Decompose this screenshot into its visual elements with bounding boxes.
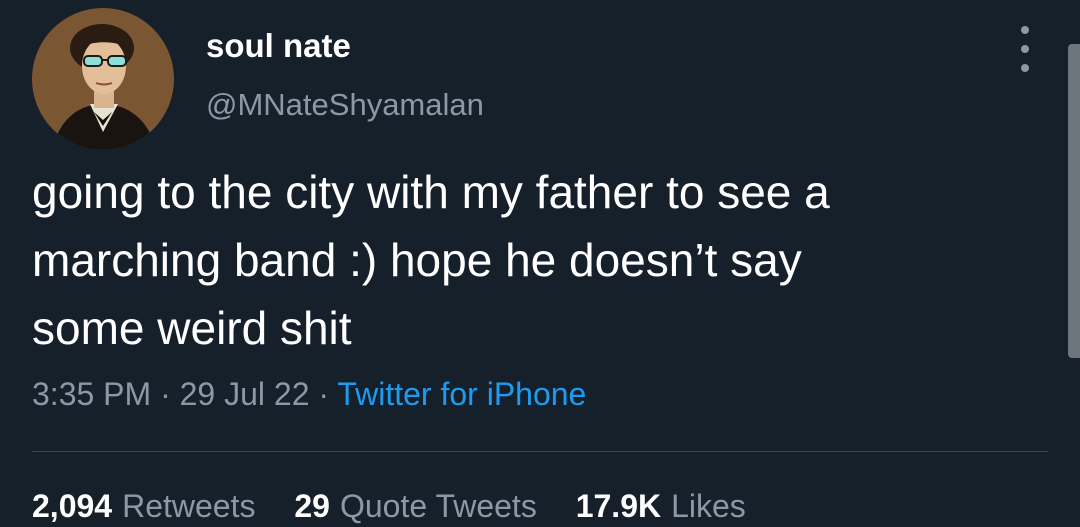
tweet: soul nate @MNateShyamalan going to the c…	[0, 0, 1080, 527]
quote-tweets-label: Quote Tweets	[339, 488, 537, 524]
more-dot	[1021, 26, 1029, 34]
quote-tweets-count: 29	[294, 488, 330, 524]
meta-separator: ·	[309, 376, 338, 412]
more-vertical-icon[interactable]	[1010, 26, 1040, 72]
tweet-text-line: some weird shit	[32, 302, 352, 354]
avatar[interactable]	[32, 8, 174, 150]
divider	[32, 451, 1048, 452]
more-dot	[1021, 45, 1029, 53]
tweet-meta: 3:35 PM · 29 Jul 22 · Twitter for iPhone	[32, 376, 586, 413]
author-display-name[interactable]: soul nate	[206, 27, 351, 65]
likes-count: 17.9K	[575, 488, 662, 524]
tweet-text-line: going to the city with my father to see …	[32, 166, 830, 218]
profile-avatar-image	[32, 8, 174, 150]
retweets-count: 2,094	[32, 488, 113, 524]
tweet-time[interactable]: 3:35 PM	[32, 376, 151, 412]
scrollbar[interactable]	[1068, 44, 1080, 358]
tweet-source-link[interactable]: Twitter for iPhone	[337, 376, 586, 412]
tweet-text: going to the city with my father to see …	[32, 158, 1042, 362]
tweet-stats: 2,094 Retweets 29 Quote Tweets 17.9K Likes	[32, 488, 776, 525]
tweet-text-line: marching band :) hope he doesn’t say	[32, 234, 802, 286]
likes-label: Likes	[671, 488, 746, 524]
likes-stat[interactable]: 17.9K Likes	[576, 488, 746, 525]
tweet-date[interactable]: 29 Jul 22	[180, 376, 310, 412]
meta-separator: ·	[151, 376, 180, 412]
retweets-label: Retweets	[122, 488, 256, 524]
author-handle[interactable]: @MNateShyamalan	[206, 87, 484, 123]
retweets-stat[interactable]: 2,094 Retweets	[32, 488, 255, 525]
quote-tweets-stat[interactable]: 29 Quote Tweets	[294, 488, 536, 525]
more-dot	[1021, 64, 1029, 72]
